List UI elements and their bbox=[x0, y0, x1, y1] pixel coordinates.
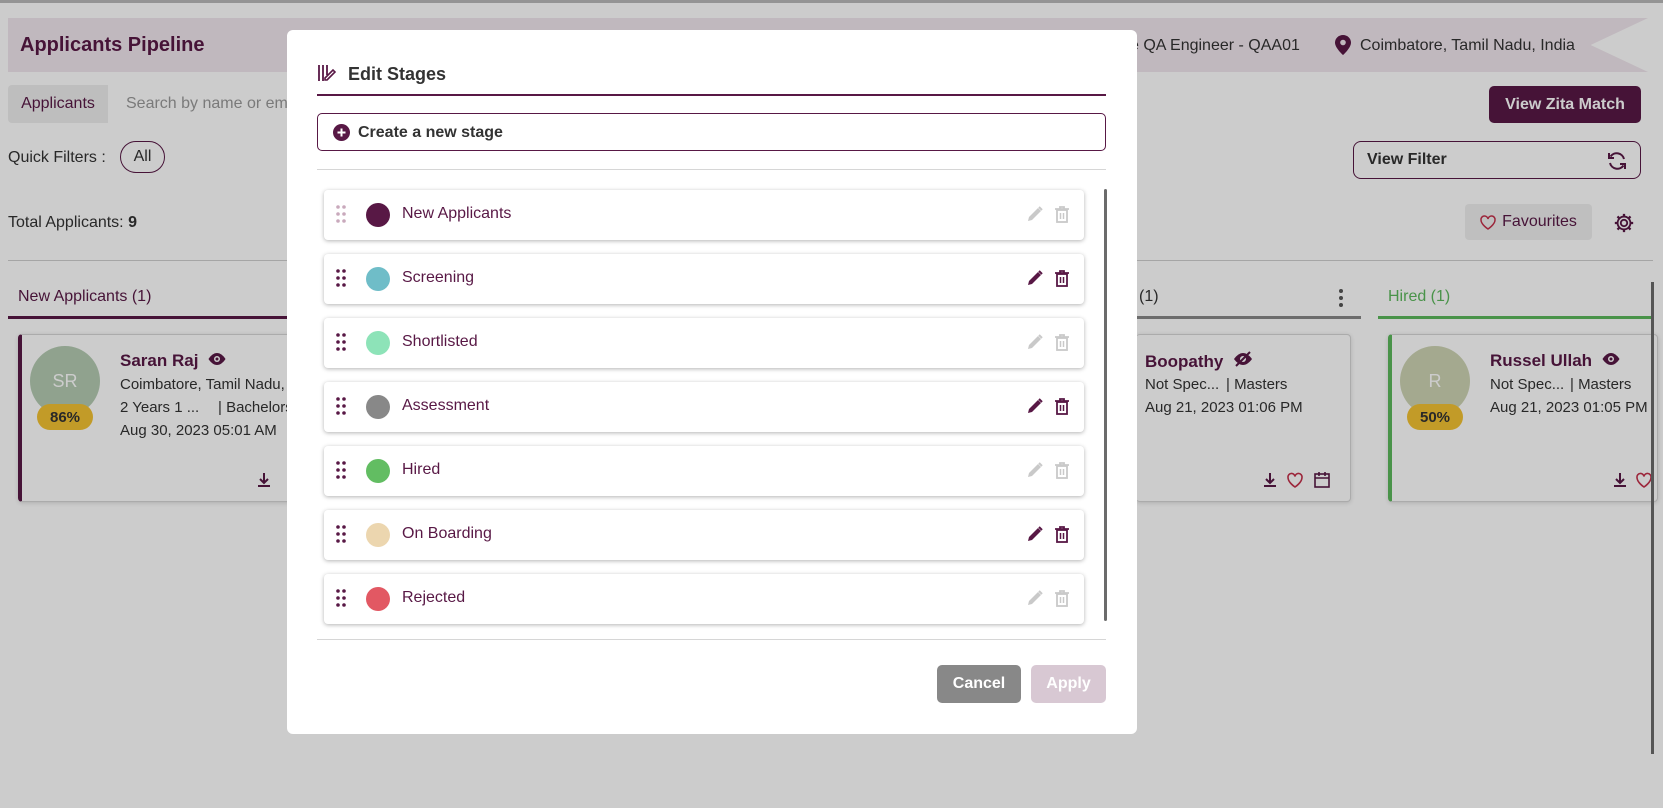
stage-list: New Applicants Screening Shortlisted Assess… bbox=[324, 190, 1084, 638]
create-new-stage-button[interactable]: Create a new stage bbox=[317, 113, 1106, 151]
stage-label: Assessment bbox=[402, 397, 490, 414]
create-stage-label: Create a new stage bbox=[358, 124, 503, 141]
edit-icon bbox=[1028, 206, 1043, 221]
stage-color-dot bbox=[366, 395, 390, 419]
stage-color-dot bbox=[366, 459, 390, 483]
stage-color-dot bbox=[366, 203, 390, 227]
edit-icon[interactable] bbox=[1026, 525, 1044, 543]
stage-label: Hired bbox=[402, 461, 441, 478]
title-underline bbox=[317, 94, 1106, 96]
stage-row[interactable]: Shortlisted bbox=[324, 318, 1084, 368]
plus-circle-icon bbox=[333, 124, 350, 141]
edit-icon[interactable] bbox=[1026, 397, 1044, 415]
drag-handle-icon[interactable] bbox=[336, 589, 346, 607]
stage-label: Screening bbox=[402, 269, 475, 286]
stage-color-dot bbox=[366, 331, 390, 355]
trash-icon bbox=[1055, 590, 1069, 607]
stage-label: Rejected bbox=[402, 589, 466, 606]
drag-handle-icon[interactable] bbox=[336, 461, 346, 479]
stage-list-scrollbar[interactable] bbox=[1104, 189, 1107, 621]
trash-icon bbox=[1055, 206, 1069, 223]
stage-row[interactable]: Screening bbox=[324, 254, 1084, 304]
stage-label: New Applicants bbox=[402, 205, 512, 222]
edit-stages-modal: Edit Stages Create a new stage New Appli… bbox=[287, 30, 1137, 734]
stage-row[interactable]: Rejected bbox=[324, 574, 1084, 624]
stage-row[interactable]: Assessment bbox=[324, 382, 1084, 432]
stages-icon bbox=[318, 65, 337, 81]
trash-icon bbox=[1055, 462, 1069, 479]
drag-handle-icon[interactable] bbox=[336, 205, 346, 223]
drag-handle-icon[interactable] bbox=[336, 397, 346, 415]
stage-label: On Boarding bbox=[402, 525, 492, 542]
modal-title: Edit Stages bbox=[348, 64, 447, 84]
drag-handle-icon[interactable] bbox=[336, 333, 346, 351]
stage-color-dot bbox=[366, 523, 390, 547]
stage-row[interactable]: On Boarding bbox=[324, 510, 1084, 560]
edit-icon bbox=[1028, 462, 1043, 477]
stage-color-dot bbox=[366, 587, 390, 611]
edit-icon bbox=[1028, 334, 1043, 349]
edit-icon bbox=[1028, 590, 1043, 605]
apply-button[interactable]: Apply bbox=[1031, 665, 1106, 703]
edit-icon[interactable] bbox=[1026, 269, 1044, 287]
trash-icon[interactable] bbox=[1054, 525, 1070, 543]
drag-handle-icon[interactable] bbox=[336, 269, 346, 287]
trash-icon[interactable] bbox=[1054, 269, 1070, 287]
list-divider-top bbox=[317, 169, 1106, 170]
stage-row[interactable]: Hired bbox=[324, 446, 1084, 496]
drag-handle-icon[interactable] bbox=[336, 525, 346, 543]
stage-label: Shortlisted bbox=[402, 333, 478, 350]
list-divider-bottom bbox=[317, 639, 1106, 640]
trash-icon[interactable] bbox=[1054, 397, 1070, 415]
trash-icon bbox=[1055, 334, 1069, 351]
stage-color-dot bbox=[366, 267, 390, 291]
cancel-button[interactable]: Cancel bbox=[937, 665, 1021, 703]
stage-row[interactable]: New Applicants bbox=[324, 190, 1084, 240]
